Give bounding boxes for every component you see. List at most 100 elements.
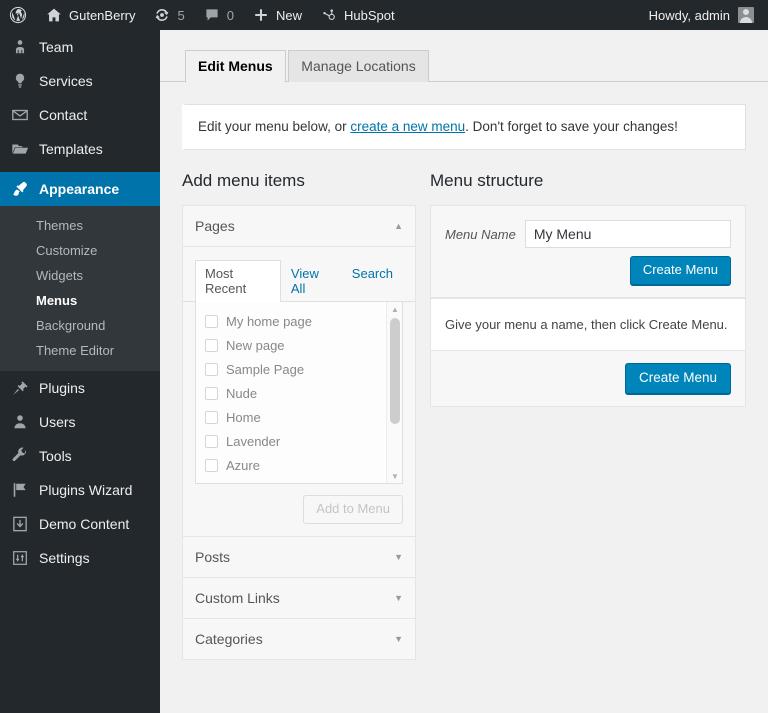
submenu-item-themes[interactable]: Themes — [0, 213, 160, 238]
sidebar-item-services[interactable]: Services — [0, 64, 160, 98]
inner-tab-view-all[interactable]: View All — [281, 260, 342, 302]
sidebar-item-label: Plugins — [39, 380, 85, 396]
sidebar-item-label: Plugins Wizard — [39, 482, 133, 498]
scroll-down-arrow-icon[interactable]: ▼ — [387, 469, 402, 483]
sidebar-item-label: Services — [39, 73, 93, 89]
checkbox[interactable] — [205, 434, 218, 448]
tab-edit-menus[interactable]: Edit Menus — [185, 50, 286, 83]
accordion-custom-links: Custom Links ▼ — [182, 577, 416, 620]
create-menu-button-bottom[interactable]: Create Menu — [624, 363, 731, 395]
content-area: Edit Menus Manage Locations Edit your me… — [160, 30, 768, 713]
list-item-label: Nude — [226, 385, 258, 401]
submenu-item-background[interactable]: Background — [0, 313, 160, 338]
folder-icon — [10, 139, 30, 159]
checkbox[interactable] — [205, 338, 218, 352]
list-item-label: Mauve — [226, 482, 265, 484]
list-item[interactable]: My home page — [205, 309, 393, 333]
menu-structure-title: Menu structure — [430, 171, 544, 191]
list-item[interactable]: Lavender — [205, 429, 393, 453]
accordion-custom-links-label: Custom Links — [195, 590, 280, 607]
create-new-menu-link[interactable]: create a new menu — [350, 119, 465, 134]
menu-structure-column: Menu structure Menu Name Create Menu Giv… — [430, 170, 746, 659]
new-content-menu[interactable]: New — [243, 0, 311, 30]
wp-logo-menu[interactable] — [0, 0, 36, 30]
submenu-item-menus[interactable]: Menus — [0, 288, 160, 313]
menu-instructions-text: Give your menu a name, then click Create… — [431, 299, 745, 352]
accordion-categories-label: Categories — [195, 631, 263, 648]
accordion-pages-body: Most Recent View All Search My home page — [183, 247, 415, 537]
nav-tab-wrapper: Edit Menus Manage Locations — [160, 30, 768, 83]
scroll-up-arrow-icon[interactable]: ▲ — [387, 302, 402, 316]
menu-columns: Add menu items Pages ▲ Most Recent View … — [160, 170, 768, 661]
checkbox[interactable] — [205, 386, 218, 400]
sidebar-item-demo-content[interactable]: Demo Content — [0, 507, 160, 541]
accordion-custom-links-header[interactable]: Custom Links ▼ — [183, 578, 415, 619]
list-item-label: Home — [226, 409, 261, 425]
wordpress-logo-icon — [9, 6, 27, 24]
list-item[interactable]: New page — [205, 333, 393, 357]
admin-bar-spacer — [404, 0, 643, 30]
list-item[interactable]: Sample Page — [205, 357, 393, 381]
list-item[interactable]: Mauve — [205, 477, 393, 484]
comments-menu[interactable]: 0 — [194, 0, 243, 30]
menu-name-input[interactable] — [524, 220, 731, 249]
tab-manage-locations[interactable]: Manage Locations — [288, 50, 429, 82]
sidebar-item-appearance[interactable]: Appearance — [0, 172, 168, 206]
accordion-pages-label: Pages — [195, 218, 235, 235]
checkbox[interactable] — [205, 314, 218, 328]
checkbox[interactable] — [205, 410, 218, 424]
updates-menu[interactable]: 5 — [144, 0, 193, 30]
checkbox[interactable] — [205, 458, 218, 472]
sidebar-item-users[interactable]: Users — [0, 405, 160, 439]
sidebar-item-plugins-wizard[interactable]: Plugins Wizard — [0, 473, 160, 507]
inner-tab-most-recent[interactable]: Most Recent — [195, 260, 281, 303]
menu-edit-panel: Menu Name Create Menu — [430, 205, 746, 300]
checkbox[interactable] — [205, 362, 218, 376]
add-menu-items-title: Add menu items — [182, 171, 305, 191]
list-item[interactable]: Home — [205, 405, 393, 429]
sidebar-item-label: Team — [39, 39, 74, 55]
admin-sidebar-menu: Team Services Contact Templates Appearan… — [0, 30, 168, 713]
chevron-down-icon[interactable]: ▼ — [394, 634, 403, 644]
submenu-item-theme-editor[interactable]: Theme Editor — [0, 338, 160, 363]
settings-icon — [10, 548, 30, 568]
my-account-menu[interactable]: Howdy, admin — [643, 7, 760, 23]
sidebar-item-plugins[interactable]: Plugins — [0, 371, 160, 405]
sidebar-item-label: Users — [39, 414, 76, 430]
hubspot-menu[interactable]: HubSpot — [311, 0, 404, 30]
accordion-posts-header[interactable]: Posts ▼ — [183, 537, 415, 578]
scrollbar-thumb[interactable] — [390, 318, 400, 425]
inner-tab-search[interactable]: Search — [342, 260, 403, 302]
lightbulb-icon — [10, 71, 30, 91]
list-item[interactable]: Azure — [205, 453, 393, 477]
sidebar-item-team[interactable]: Team — [0, 30, 160, 64]
pages-scrollbar[interactable]: ▲ ▼ — [386, 302, 402, 484]
chevron-down-icon[interactable]: ▼ — [394, 552, 403, 562]
sidebar-item-templates[interactable]: Templates — [0, 132, 160, 166]
appearance-submenu: Themes Customize Widgets Menus Backgroun… — [0, 206, 160, 371]
admin-bar: GutenBerry 5 0 New HubSpot Howdy, admin — [0, 0, 768, 30]
submenu-item-customize[interactable]: Customize — [0, 238, 160, 263]
sidebar-item-settings[interactable]: Settings — [0, 541, 160, 575]
chevron-down-icon[interactable]: ▼ — [394, 593, 403, 603]
accordion-pages-header[interactable]: Pages ▲ — [183, 206, 415, 248]
list-item-label: New page — [226, 337, 285, 353]
sidebar-item-contact[interactable]: Contact — [0, 98, 160, 132]
site-name-label: GutenBerry — [69, 7, 136, 23]
accordion-categories-header[interactable]: Categories ▼ — [183, 619, 415, 660]
accordion-pages: Pages ▲ Most Recent View All Search My h — [182, 205, 416, 538]
accordion-posts: Posts ▼ — [182, 536, 416, 579]
chevron-up-icon[interactable]: ▲ — [394, 221, 403, 231]
add-to-menu-button[interactable]: Add to Menu — [303, 495, 403, 525]
site-name-menu[interactable]: GutenBerry — [36, 0, 144, 30]
create-menu-button-top[interactable]: Create Menu — [629, 256, 731, 286]
add-to-menu-row: Add to Menu — [183, 484, 415, 537]
add-menu-items-column: Add menu items Pages ▲ Most Recent View … — [182, 170, 416, 661]
download-box-icon — [10, 514, 30, 534]
submenu-item-widgets[interactable]: Widgets — [0, 263, 160, 288]
checkbox[interactable] — [205, 482, 218, 484]
list-item[interactable]: Nude — [205, 381, 393, 405]
accordion-categories: Categories ▼ — [182, 618, 416, 661]
menu-instructions-panel: Give your menu a name, then click Create… — [430, 299, 746, 408]
sidebar-item-tools[interactable]: Tools — [0, 439, 160, 473]
